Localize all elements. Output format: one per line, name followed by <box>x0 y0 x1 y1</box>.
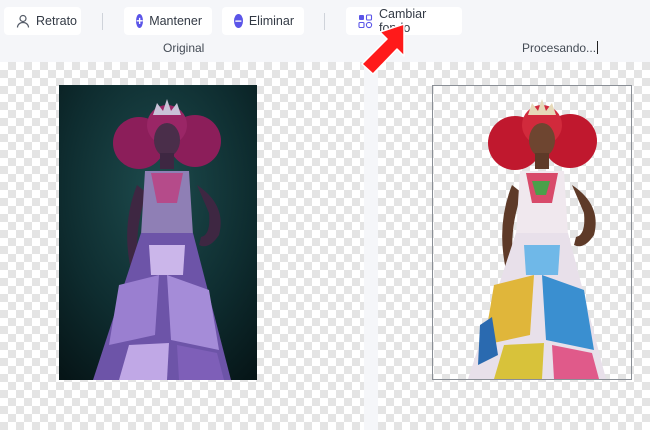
processed-photo <box>432 85 632 380</box>
toolbar: Retrato + Mantener − Eliminar Cambiar fo… <box>0 0 650 42</box>
processing-status: Procesando... <box>522 41 599 55</box>
user-icon <box>16 14 30 28</box>
original-title: Original <box>163 41 205 55</box>
app-window: Retrato + Mantener − Eliminar Cambiar fo… <box>0 0 650 430</box>
text-cursor <box>597 41 599 54</box>
portrait-label: Retrato <box>36 14 77 28</box>
portrait-button[interactable]: Retrato <box>4 7 81 35</box>
original-photo <box>59 85 257 380</box>
keep-label: Mantener <box>149 14 202 28</box>
minus-circle-icon: − <box>234 14 243 28</box>
toolbar-divider <box>324 13 325 30</box>
toolbar-divider <box>102 13 103 30</box>
processed-panel <box>378 62 650 430</box>
remove-label: Eliminar <box>248 14 294 28</box>
remove-button[interactable]: − Eliminar <box>222 7 304 35</box>
red-arrow-icon <box>361 23 405 75</box>
original-panel <box>0 62 364 430</box>
plus-circle-icon: + <box>136 14 144 28</box>
keep-button[interactable]: + Mantener <box>124 7 212 35</box>
